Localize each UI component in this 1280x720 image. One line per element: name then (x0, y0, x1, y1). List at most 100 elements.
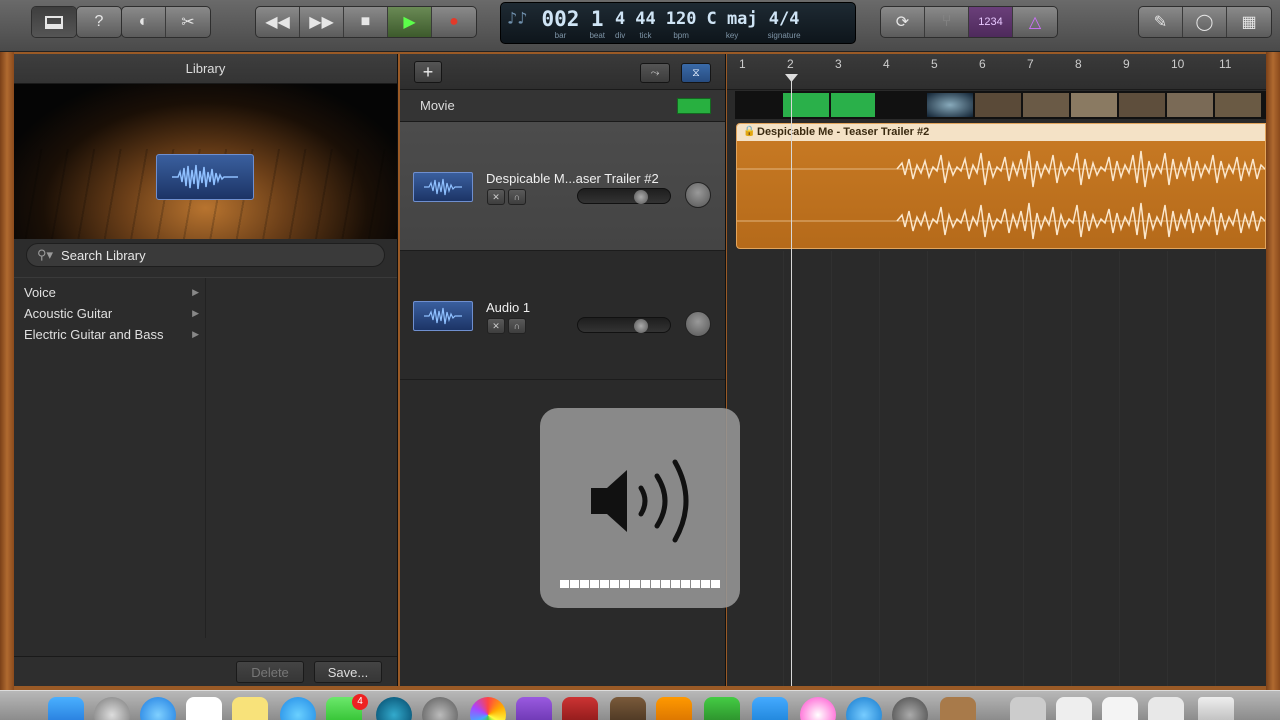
grid-line (1119, 251, 1120, 686)
finder-icon[interactable] (48, 697, 84, 720)
stop-button[interactable]: ■ (344, 7, 388, 37)
cycle-button[interactable]: ⟳ (881, 7, 925, 37)
metronome-icon: △ (1028, 14, 1042, 31)
ruler-bar-number: 3 (835, 57, 842, 71)
library-icon (45, 16, 63, 29)
lcd-tick-value: 44 (635, 9, 656, 29)
document-icon[interactable] (1056, 697, 1092, 720)
launchpad-icon[interactable] (94, 697, 130, 720)
movie-frame (831, 93, 875, 117)
media-icon: ▦ (1241, 14, 1257, 31)
volume-slider-knob[interactable] (634, 190, 648, 204)
editors-icon: ✂ (181, 14, 195, 31)
photos-icon[interactable] (470, 697, 506, 720)
chevron-right-icon: ▶ (192, 308, 199, 318)
volume-slider-knob[interactable] (634, 319, 648, 333)
wood-frame-right (1266, 0, 1280, 720)
library-item-electric-guitar-bass[interactable]: Electric Guitar and Bass ▶ (14, 324, 205, 345)
lcd-beat-value: 1 (590, 7, 604, 31)
mode-buttons: ⟳ ⑂ 1234 △ (880, 6, 1058, 38)
movie-track-header[interactable]: Movie (400, 90, 725, 122)
ruler-bar-number: 9 (1123, 57, 1130, 71)
metronome-button[interactable]: △ (1013, 7, 1057, 37)
media-browser-button[interactable]: ▦ (1227, 7, 1271, 37)
audio-track-illustration (156, 154, 254, 200)
ruler[interactable]: 1 2 3 4 5 6 7 8 9 10 11 (727, 54, 1266, 90)
safari-icon[interactable] (140, 697, 176, 720)
flex-button[interactable]: ⧖ (681, 63, 711, 83)
garageband-icon[interactable] (610, 697, 646, 720)
notepad-button[interactable]: ✎ (1139, 7, 1183, 37)
editors-button[interactable]: ✂ (166, 7, 210, 37)
fast-forward-button[interactable]: ▶▶ (300, 7, 344, 37)
downloads-stack-icon[interactable] (940, 697, 976, 720)
lcd-display[interactable]: ♪♪ 002 bar 1 beat 4 div 44 tick 120 bpm … (500, 2, 856, 44)
lcd-div-label: div (615, 31, 626, 40)
documents-stack-icon[interactable] (1010, 697, 1046, 720)
loop-browser-button[interactable]: ◯ (1183, 7, 1227, 37)
smart-controls-button[interactable]: ◐ (122, 7, 166, 37)
numbers-icon[interactable] (704, 697, 740, 720)
save-button[interactable]: Save... (314, 661, 382, 683)
movie-frame (1071, 93, 1117, 117)
mute-button[interactable]: ✕ (487, 318, 505, 334)
play-icon: ▶ (403, 14, 416, 31)
itunes-icon[interactable] (800, 697, 836, 720)
editor-buttons: ◐ ✂ (121, 6, 211, 38)
pan-knob[interactable] (685, 182, 711, 208)
volume-slider[interactable] (577, 317, 671, 333)
track-header[interactable]: Despicable M...aser Trailer #2 ✕ ∩ (400, 122, 725, 251)
mute-button[interactable]: ✕ (487, 189, 505, 205)
notes-icon[interactable] (232, 697, 268, 720)
library-button[interactable] (32, 7, 76, 37)
play-button[interactable]: ▶ (388, 7, 432, 37)
time-machine-icon[interactable] (422, 697, 458, 720)
messages-icon[interactable] (280, 697, 316, 720)
chevron-right-icon: ▶ (192, 329, 199, 339)
keynote-icon[interactable] (752, 697, 788, 720)
catch-button[interactable]: ⤳ (640, 63, 670, 83)
volume-slider[interactable] (577, 188, 671, 204)
lcd-bar-label: bar (554, 31, 567, 40)
library-item-label: Electric Guitar and Bass (24, 327, 164, 342)
movie-frame (1215, 93, 1261, 117)
ruler-bar-number: 11 (1219, 57, 1232, 71)
system-preferences-icon[interactable] (892, 697, 928, 720)
imovie-icon[interactable] (516, 697, 552, 720)
pages-icon[interactable] (656, 697, 692, 720)
headphones-icon: ∩ (513, 321, 521, 331)
track-icon (413, 172, 473, 202)
window-icon[interactable] (1102, 697, 1138, 720)
dock (0, 690, 1280, 720)
record-button[interactable]: ● (432, 7, 476, 37)
help-button[interactable]: ? (77, 7, 121, 37)
add-track-button[interactable]: + (414, 61, 442, 83)
tuner-button[interactable]: ⑂ (925, 7, 969, 37)
playhead[interactable] (791, 76, 792, 686)
library-item-voice[interactable]: Voice ▶ (14, 282, 205, 303)
ibooks-icon[interactable] (376, 697, 412, 720)
lcd-bar: 002 bar (541, 6, 579, 40)
lcd-key-value: C maj (706, 9, 758, 29)
trash-icon[interactable] (1198, 697, 1234, 720)
headphones-button[interactable]: ∩ (508, 318, 526, 334)
window-icon[interactable] (1148, 697, 1184, 720)
waveform-icon (424, 178, 462, 196)
movie-filmstrip[interactable] (735, 91, 1266, 119)
count-in-button[interactable]: 1234 (969, 7, 1013, 37)
calendar-icon[interactable] (186, 697, 222, 720)
library-item-acoustic-guitar[interactable]: Acoustic Guitar ▶ (14, 303, 205, 324)
track-header[interactable]: Audio 1 ✕ ∩ (400, 251, 725, 380)
headphones-button[interactable]: ∩ (508, 189, 526, 205)
pan-knob[interactable] (685, 311, 711, 337)
delete-button[interactable]: Delete (236, 661, 304, 683)
waveform-icon (172, 164, 238, 190)
search-input[interactable]: ⚲▾ Search Library (26, 243, 385, 267)
cycle-icon: ⟳ (895, 14, 910, 31)
photo-booth-icon[interactable] (562, 697, 598, 720)
tracks-area[interactable]: 1 2 3 4 5 6 7 8 9 10 11 🔒 Despicable Me … (727, 54, 1266, 686)
ruler-bar-number: 1 (739, 57, 746, 71)
audio-region[interactable]: 🔒 Despicable Me - Teaser Trailer #2 (736, 123, 1266, 249)
app-store-icon[interactable] (846, 697, 882, 720)
rewind-button[interactable]: ◀◀ (256, 7, 300, 37)
